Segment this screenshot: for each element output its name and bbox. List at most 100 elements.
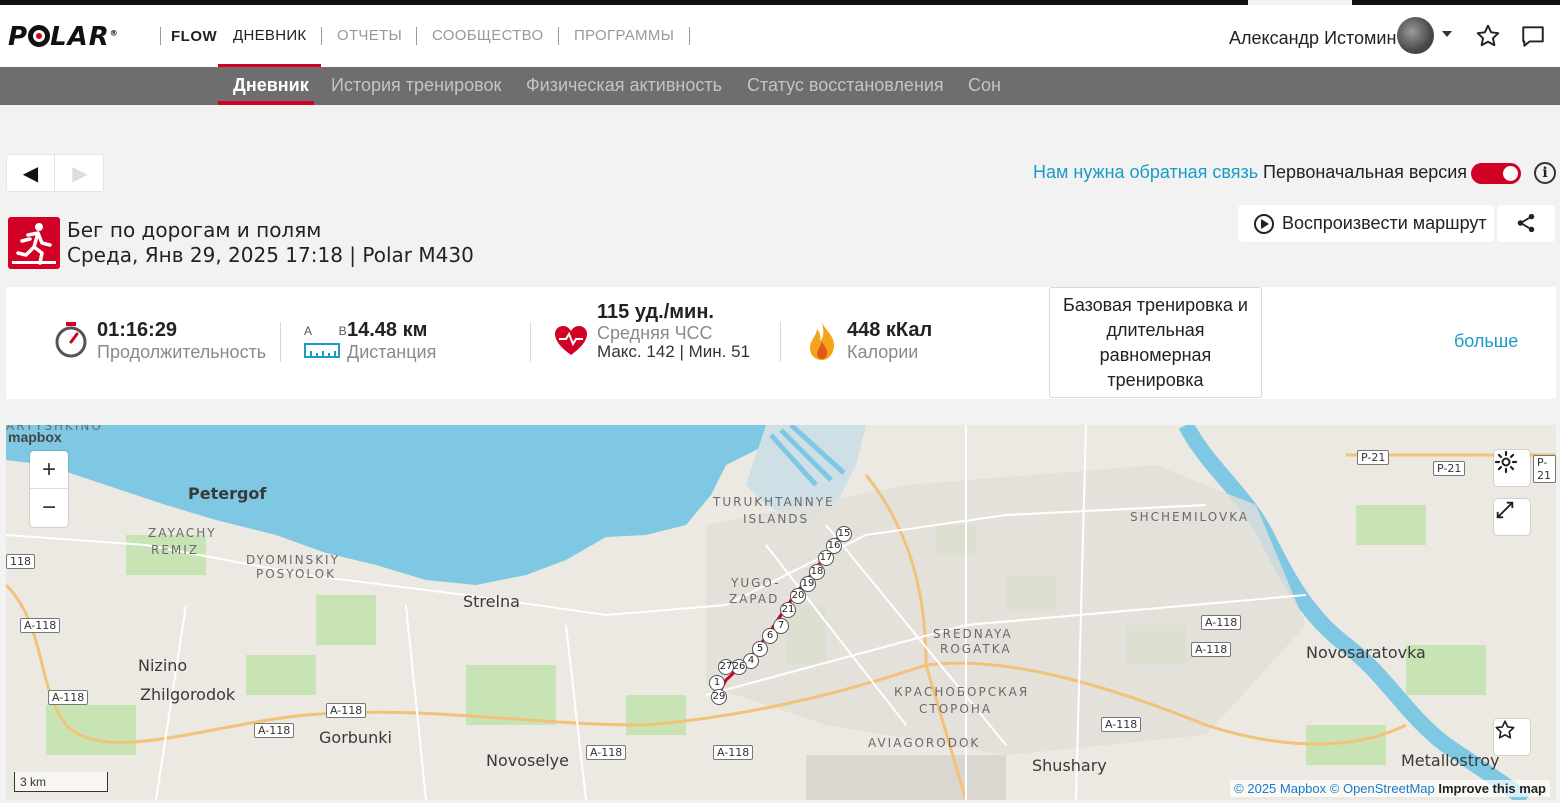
duration-stat: 01:16:29 Продолжительность <box>97 319 266 363</box>
road-shield: A-118 <box>254 723 295 738</box>
nav-programs[interactable]: ПРОГРАММЫ <box>574 27 674 44</box>
road-shield: A-118 <box>586 745 627 760</box>
subnav-training-history[interactable]: История тренировок <box>331 75 501 96</box>
previous-session-button[interactable]: ◀ <box>7 155 55 191</box>
place-label: ROGATKA <box>940 642 1012 656</box>
zoom-in-button[interactable]: + <box>30 451 68 489</box>
replay-route-button[interactable]: Воспроизвести маршрут <box>1238 205 1494 242</box>
subnav-active-underline <box>218 101 314 105</box>
play-icon <box>1254 213 1274 234</box>
calories-label: Калории <box>847 342 919 362</box>
place-label: Metallostroy <box>1401 751 1500 770</box>
duration-value: 01:16:29 <box>97 319 178 341</box>
road-shield: A-118 <box>1201 615 1242 630</box>
road-shield: P-21 <box>1433 461 1466 476</box>
avatar[interactable] <box>1397 17 1434 54</box>
heart-icon <box>555 326 587 355</box>
map-attribution: © 2025 Mapbox © OpenStreetMap Improve th… <box>1230 780 1550 797</box>
place-label: Novosaratovka <box>1306 643 1426 662</box>
improve-map-link[interactable]: Improve this map <box>1438 781 1546 796</box>
subnav-sleep[interactable]: Сон <box>968 75 1001 96</box>
classic-version-toggle[interactable] <box>1471 163 1521 184</box>
stat-divider <box>530 322 531 362</box>
running-sport-icon <box>8 217 60 269</box>
stat-divider <box>280 322 281 362</box>
road-shield: A-118 <box>1191 642 1232 657</box>
feedback-link[interactable]: Нам нужна обратная связь <box>1033 162 1258 183</box>
place-label: Strelna <box>463 592 520 611</box>
zoom-control: + − <box>30 451 68 527</box>
chevron-down-icon[interactable] <box>1442 31 1452 37</box>
expand-icon <box>1496 501 1514 519</box>
ruler-icon <box>304 343 340 358</box>
map-fullscreen-button[interactable] <box>1494 499 1530 535</box>
nav-community[interactable]: СООБЩЕСТВО <box>432 27 543 44</box>
osm-attribution-link[interactable]: © OpenStreetMap <box>1330 781 1435 796</box>
place-label: Nizino <box>138 656 188 675</box>
star-icon[interactable] <box>1475 23 1501 49</box>
route-map[interactable]: mapbox ARTYSHKINO Petergof ZAYACHY REMIZ… <box>6 425 1556 800</box>
distance-label: Дистанция <box>347 342 437 362</box>
place-label: TURUKHTANNYE <box>713 495 835 509</box>
place-label: SREDNAYA <box>933 627 1013 641</box>
nav-reports[interactable]: ОТЧЕТЫ <box>337 27 402 44</box>
heart-rate-minmax: Макс. 142 | Мин. 51 <box>597 342 751 361</box>
nav-divider <box>689 27 690 45</box>
sub-navigation: Дневник История тренировок Физическая ак… <box>0 67 1560 105</box>
map-favorite-button[interactable] <box>1494 719 1530 755</box>
logo-divider <box>160 27 161 45</box>
user-name[interactable]: Александр Истомин <box>1229 28 1396 49</box>
road-shield: A-118 <box>326 703 367 718</box>
place-label: Gorbunki <box>319 728 392 747</box>
replay-route-label: Воспроизвести маршрут <box>1282 213 1487 233</box>
next-session-button[interactable]: ▶ <box>56 155 104 191</box>
heart-rate-stat: 115 уд./мин. Средняя ЧСС Макс. 142 | Мин… <box>597 301 757 361</box>
subnav-diary[interactable]: Дневник <box>233 75 309 96</box>
share-button[interactable] <box>1497 205 1555 242</box>
stat-divider <box>780 322 781 362</box>
map-settings-button[interactable] <box>1494 450 1530 486</box>
lap-marker[interactable]: 21 <box>780 602 796 618</box>
lap-marker[interactable]: 27 <box>718 659 734 675</box>
more-link[interactable]: больше <box>1454 331 1518 352</box>
heart-rate-label: Средняя ЧСС <box>597 323 713 343</box>
place-label: КРАСНОБОРСКАЯ <box>894 685 1030 699</box>
nav-diary[interactable]: ДНЕВНИК <box>233 27 306 44</box>
place-label: ARTYSHKINO <box>6 425 103 433</box>
lap-marker[interactable]: 29 <box>711 689 727 705</box>
sport-title: Бег по дорогам и полям <box>67 218 322 242</box>
nav-divider <box>416 27 417 45</box>
subnav-activity[interactable]: Физическая активность <box>526 75 722 96</box>
main-header: P LAR® FLOW ДНЕВНИК ОТЧЕТЫ СООБЩЕСТВО ПРО… <box>0 5 1560 68</box>
map-scale: 3 km <box>14 772 108 792</box>
place-label: Zhilgorodok <box>140 685 236 704</box>
polar-logo[interactable]: P LAR® <box>8 22 119 52</box>
place-label: ZAPAD <box>729 592 780 606</box>
training-benefit-box: Базовая тренировка и длительная равномер… <box>1049 287 1262 398</box>
road-shield: 118 <box>6 554 35 569</box>
road-shield: A-118 <box>48 690 89 705</box>
brand-flow: FLOW <box>171 28 218 45</box>
mapbox-attribution-link[interactable]: © 2025 Mapbox <box>1234 781 1326 796</box>
message-icon[interactable] <box>1520 23 1546 49</box>
session-summary-panel: 01:16:29 Продолжительность A B 14.48 км … <box>6 287 1556 399</box>
session-pager: ◀ ▶ <box>6 154 104 192</box>
place-label: ZAYACHY <box>148 526 217 540</box>
subnav-recovery[interactable]: Статус восстановления <box>747 75 944 96</box>
lap-marker[interactable]: 20 <box>790 588 806 604</box>
distance-value: 14.48 км <box>347 319 428 341</box>
road-shield: P-21 <box>1533 455 1556 483</box>
place-label: AVIAGORODOK <box>868 736 981 750</box>
info-icon[interactable]: i <box>1534 162 1556 184</box>
calories-value: 448 кКал <box>847 319 933 341</box>
lap-marker[interactable]: 17 <box>818 550 834 566</box>
zoom-out-button[interactable]: − <box>30 489 68 527</box>
session-datetime-device: Среда, Янв 29, 2025 17:18 | Polar M430 <box>67 243 474 267</box>
airport-area <box>806 755 1006 800</box>
place-label: POSYOLOK <box>256 567 336 581</box>
road-shield: A-118 <box>1101 717 1142 732</box>
road-shield: A-118 <box>20 618 61 633</box>
distance-stat: 14.48 км Дистанция <box>347 319 436 363</box>
classic-version-label: Первоначальная версия <box>1263 162 1468 182</box>
star-icon <box>1495 720 1515 739</box>
